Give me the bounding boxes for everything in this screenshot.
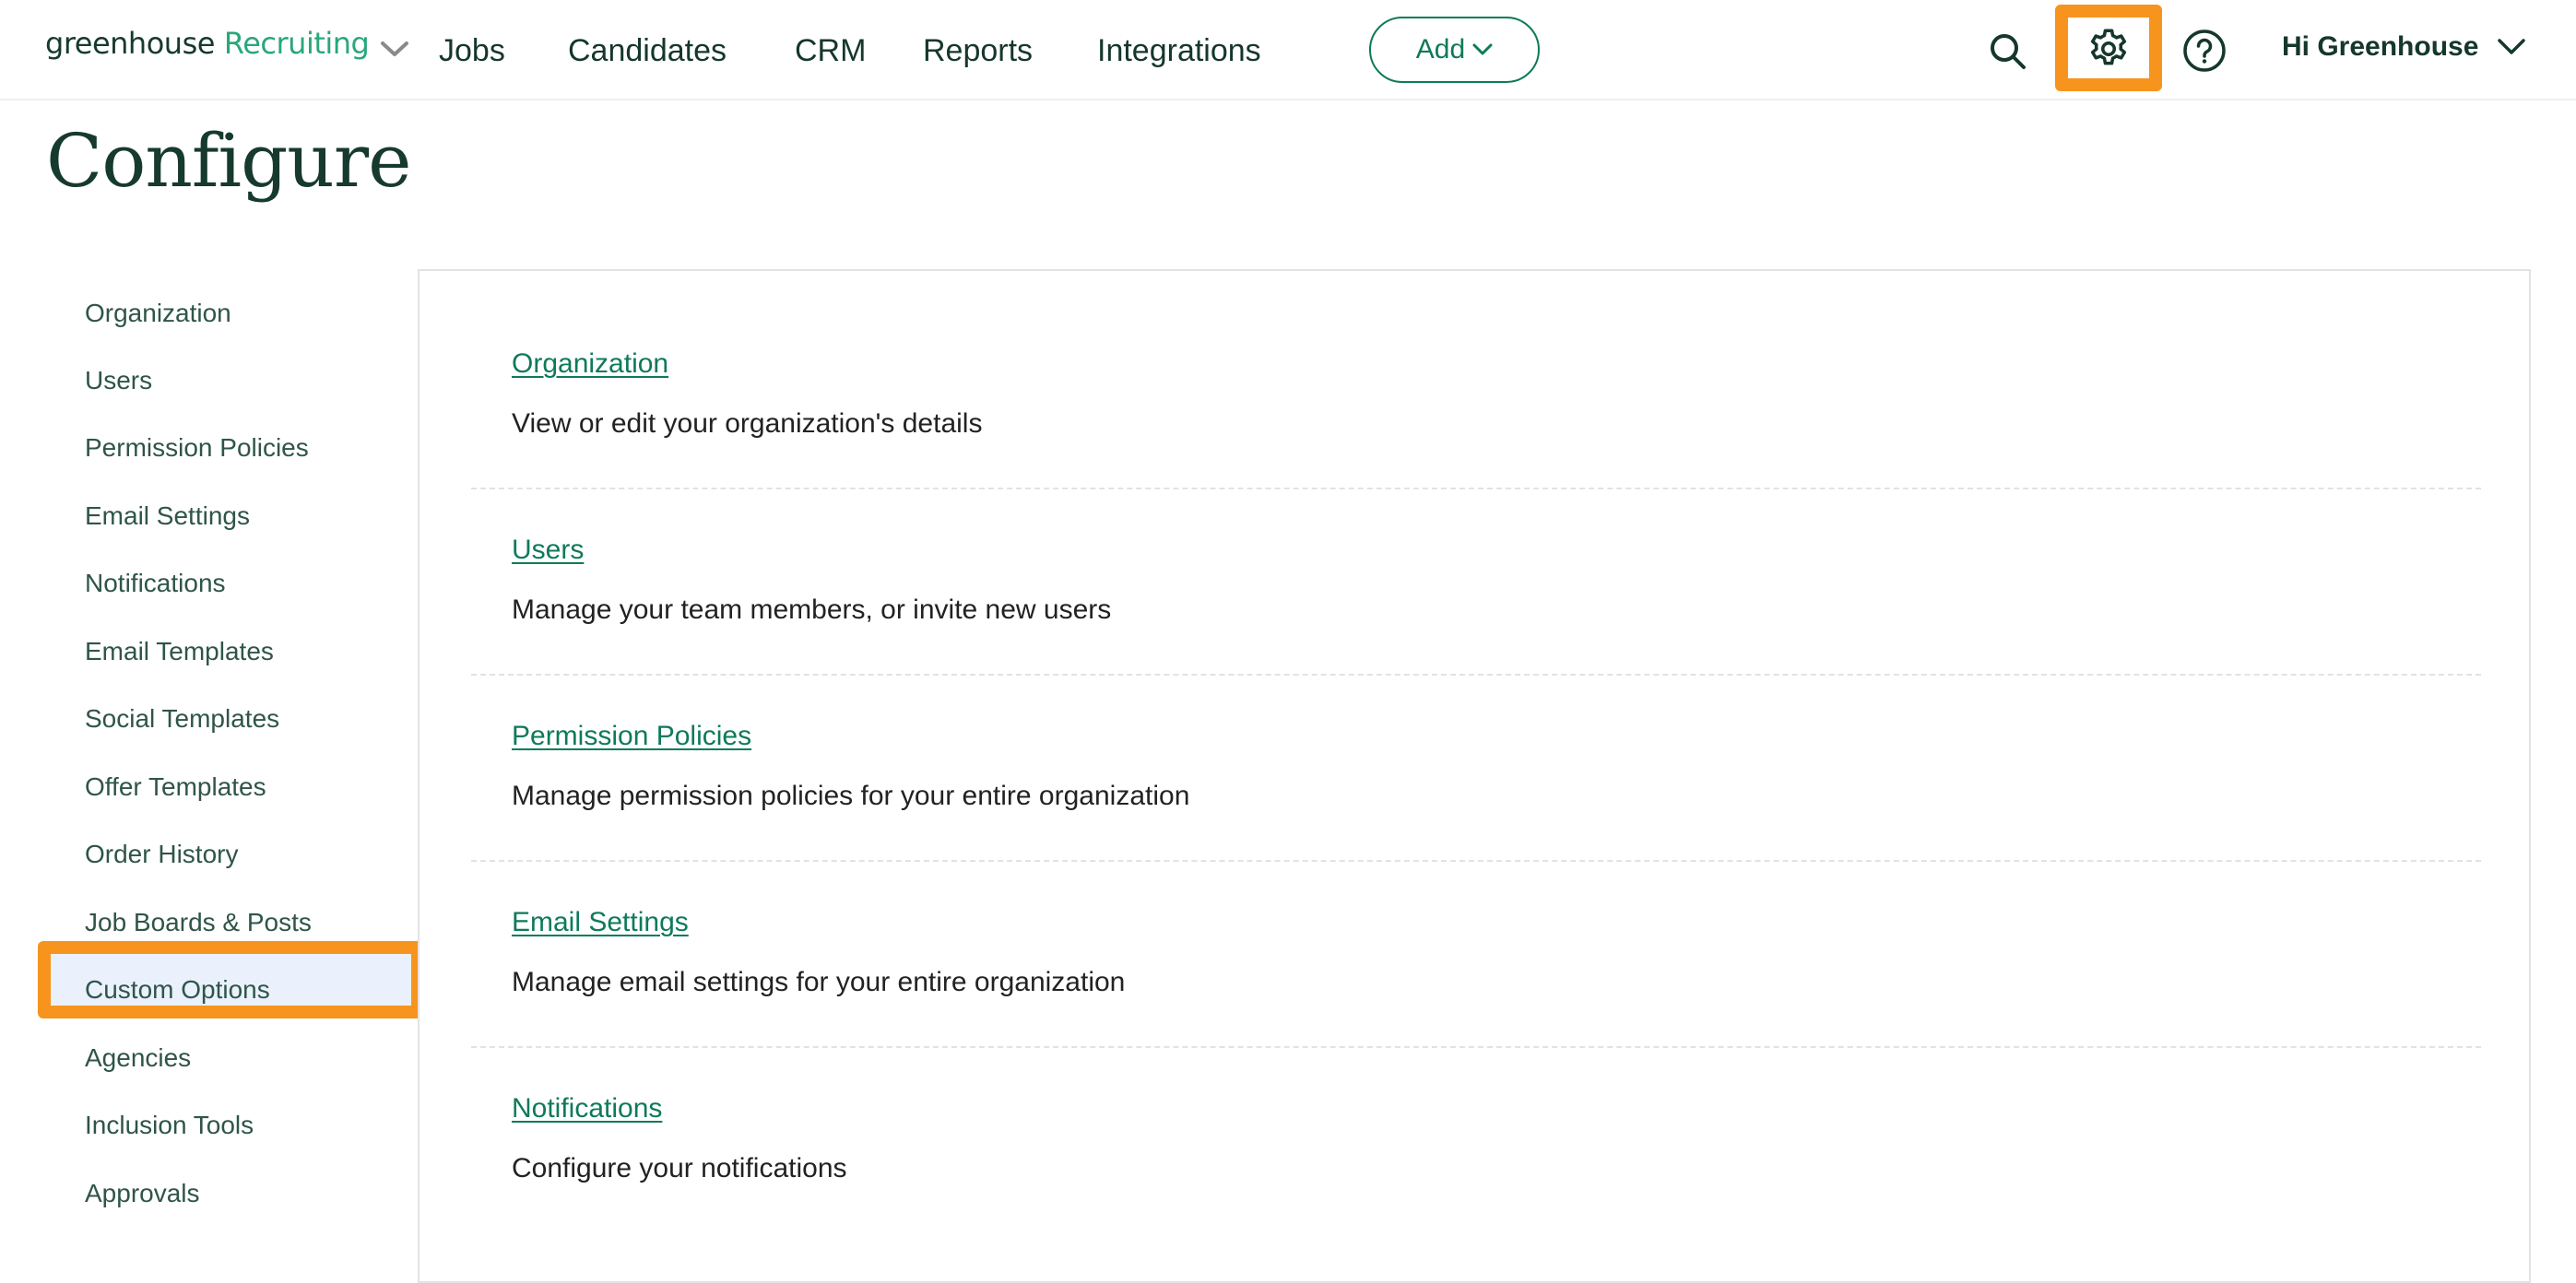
nav-integrations[interactable]: Integrations: [1097, 33, 1261, 69]
chevron-down-icon: [381, 41, 409, 56]
user-greeting: Hi Greenhouse: [2282, 31, 2479, 62]
search-icon: [1991, 34, 2026, 69]
sidebar-item-inclusion-tools[interactable]: Inclusion Tools: [85, 1107, 254, 1144]
section-description: View or edit your organization's details: [512, 408, 983, 439]
sidebar-item-offer-templates[interactable]: Offer Templates: [85, 769, 266, 806]
section-divider: [471, 674, 2481, 676]
section-divider: [471, 860, 2481, 862]
section-divider: [471, 1046, 2481, 1048]
sidebar-item-email-templates[interactable]: Email Templates: [85, 633, 274, 670]
sidebar-item-email-settings[interactable]: Email Settings: [85, 498, 250, 535]
section-divider: [471, 488, 2481, 489]
section-description: Manage your team members, or invite new …: [512, 594, 1112, 625]
help-icon: [2183, 29, 2226, 72]
sidebar-item-notifications[interactable]: Notifications: [85, 565, 226, 602]
sidebar-item-agencies[interactable]: Agencies: [85, 1040, 191, 1077]
sidebar-item-order-history[interactable]: Order History: [85, 836, 238, 873]
sidebar-item-permission-policies[interactable]: Permission Policies: [85, 430, 309, 466]
nav-crm[interactable]: CRM: [795, 33, 866, 69]
page-title: Configure: [46, 118, 411, 204]
top-nav-bar: greenhouse Recruiting Jobs Candidates CR…: [0, 0, 2576, 100]
logo-product-name: Recruiting: [223, 26, 370, 61]
nav-reports[interactable]: Reports: [923, 33, 1033, 69]
sidebar-item-organization[interactable]: Organization: [85, 295, 231, 332]
chevron-down-icon: [2498, 39, 2526, 54]
sidebar-item-approvals[interactable]: Approvals: [85, 1175, 200, 1212]
sidebar-item-users[interactable]: Users: [85, 362, 152, 399]
sidebar-item-job-boards-posts[interactable]: Job Boards & Posts: [85, 904, 312, 941]
logo-wordmark: greenhouse: [45, 26, 215, 61]
add-button[interactable]: Add: [1369, 17, 1540, 83]
section-description: Manage email settings for your entire or…: [512, 967, 1126, 997]
section-link[interactable]: Users: [512, 535, 584, 566]
gear-icon: [2090, 29, 2127, 65]
section-link[interactable]: Permission Policies: [512, 721, 751, 752]
chevron-down-icon: [1472, 43, 1493, 55]
settings-button[interactable]: [2083, 23, 2134, 75]
add-button-label: Add: [1415, 34, 1466, 65]
configure-content-panel: Organization View or edit your organizat…: [418, 269, 2531, 1283]
help-button[interactable]: [2180, 26, 2229, 76]
nav-candidates[interactable]: Candidates: [568, 33, 727, 69]
sidebar-item-custom-options[interactable]: Custom Options: [85, 971, 270, 1008]
app-switcher[interactable]: greenhouse Recruiting: [45, 26, 409, 72]
section-link[interactable]: Notifications: [512, 1093, 662, 1124]
section-link[interactable]: Organization: [512, 348, 668, 380]
search-button[interactable]: [1984, 28, 2032, 76]
nav-jobs[interactable]: Jobs: [439, 33, 505, 69]
section-description: Configure your notifications: [512, 1153, 847, 1183]
section-link[interactable]: Email Settings: [512, 907, 689, 938]
section-description: Manage permission policies for your enti…: [512, 781, 1190, 811]
user-menu[interactable]: Hi Greenhouse: [2282, 31, 2526, 63]
sidebar-item-social-templates[interactable]: Social Templates: [85, 700, 279, 737]
